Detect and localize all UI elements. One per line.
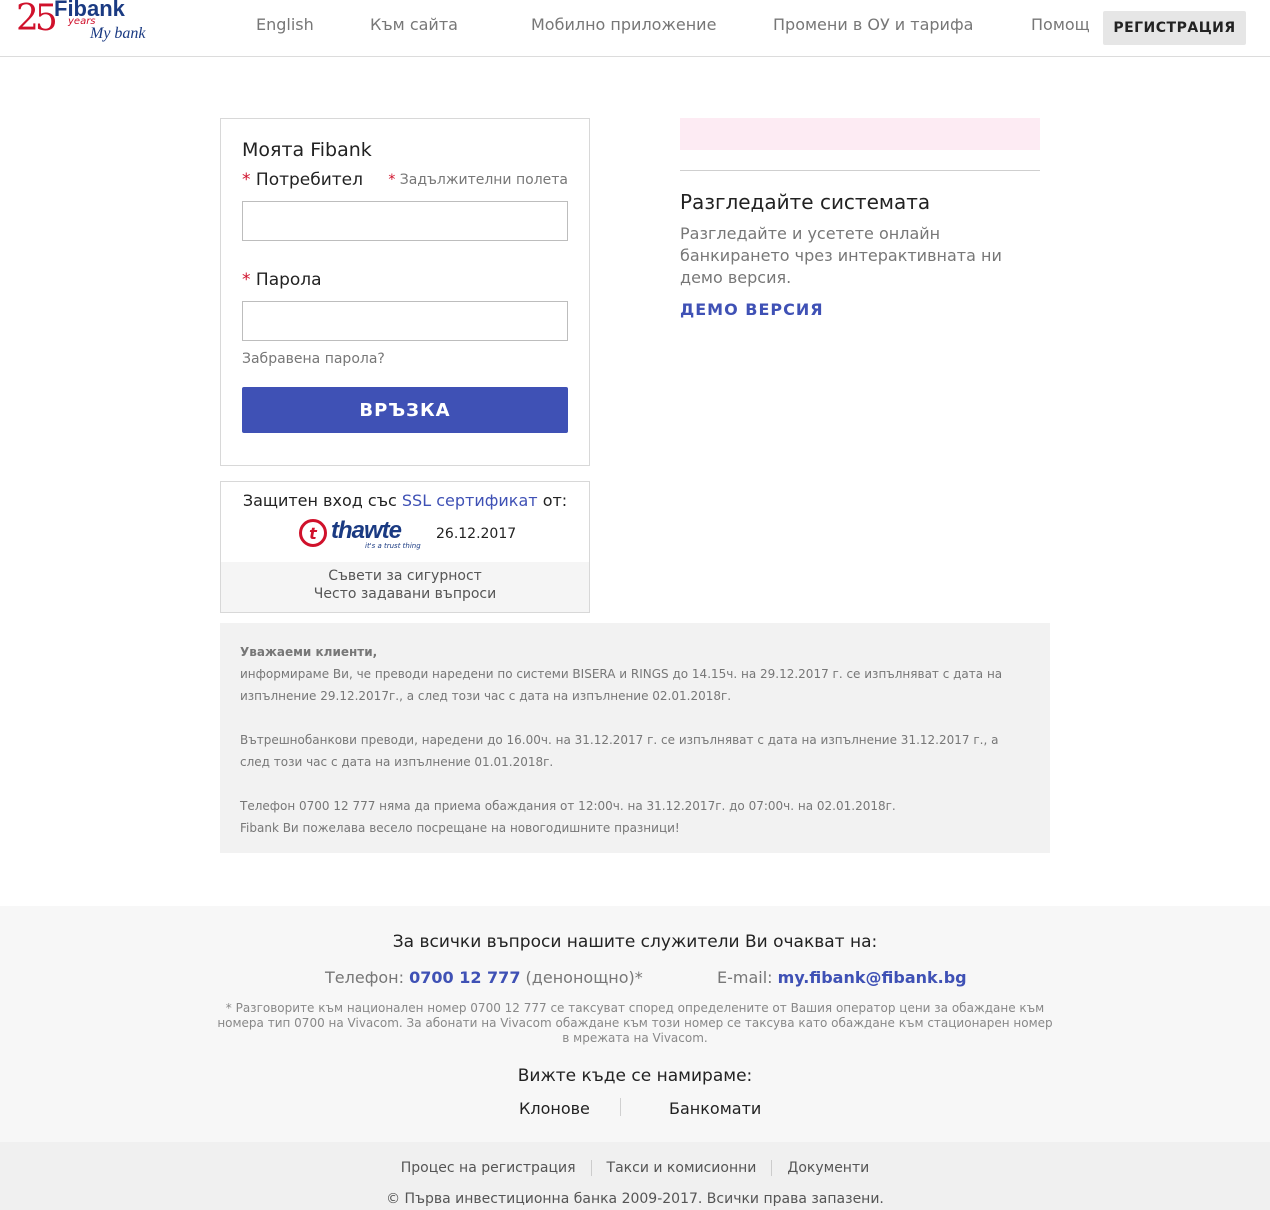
phone-link[interactable]: 0700 12 777 — [409, 968, 520, 987]
username-input[interactable] — [242, 201, 568, 241]
divider — [680, 170, 1040, 171]
ssl-prefix: Защитен вход със — [242, 491, 397, 510]
nav-help[interactable]: Помощ — [1031, 15, 1090, 34]
required-mark: * — [242, 170, 251, 190]
notice-greeting: Уважаеми клиенти, — [240, 645, 378, 659]
nav-terms-changes[interactable]: Промени в ОУ и тарифа — [773, 15, 973, 34]
thawte-t-icon: t — [299, 519, 327, 547]
login-button[interactable]: ВРЪЗКА — [242, 387, 568, 433]
login-panel: Моята Fibank * Потребител * Задължителни… — [220, 118, 590, 466]
email-label: E-mail: — [717, 968, 773, 987]
thawte-wordmark: thawte — [331, 517, 402, 544]
password-label: * Парола — [242, 270, 322, 290]
notice-paragraph: Телефон 0700 12 777 няма да приема обажд… — [240, 799, 896, 813]
register-button[interactable]: РЕГИСТРАЦИЯ — [1103, 11, 1246, 45]
security-tips-link[interactable]: Съвети за сигурност — [221, 568, 589, 584]
password-input[interactable] — [242, 301, 568, 341]
locations-title: Вижте къде се намираме: — [517, 1066, 753, 1086]
required-fields-text: Задължителни полета — [399, 172, 568, 188]
contact-question: За всички въпроси нашите служители Ви оч… — [392, 932, 878, 952]
contact-email: E-mail: my.fibank@fibank.bg — [717, 968, 967, 987]
demo-link[interactable]: ДЕМО ВЕРСИЯ — [680, 300, 824, 319]
nav-to-site[interactable]: Към сайта — [370, 15, 458, 34]
explore-title: Разгледайте системата — [680, 190, 931, 214]
login-title: Моята Fibank — [242, 139, 372, 161]
faq-link[interactable]: Често задавани въпроси — [221, 586, 589, 602]
notice-spacer — [240, 773, 1030, 795]
alert-bar — [680, 118, 1040, 150]
copyright: © Първа инвестиционна банка 2009-2017. В… — [386, 1191, 884, 1207]
header: 25 Fibank years My bank English Към сайт… — [0, 0, 1270, 57]
call-charges-note: * Разговорите към национален номер 0700 … — [217, 1001, 1053, 1045]
phone-suffix: (денонощно)* — [525, 968, 643, 987]
required-mark: * — [242, 270, 251, 290]
separator — [620, 1098, 621, 1116]
required-mark: * — [388, 172, 396, 188]
bottom-bar: Процес на регистрация Такси и комисионни Д… — [0, 1142, 1270, 1210]
contact-phone: Телефон: 0700 12 777 (денонощно)* — [325, 968, 643, 987]
ssl-links: Съвети за сигурност Често задавани въпро… — [221, 562, 589, 612]
ssl-certificate-link[interactable]: SSL сертификат — [402, 491, 538, 510]
documents-link[interactable]: Документи — [772, 1160, 884, 1176]
explore-text: Разгледайте и усетете онлайн банкирането… — [680, 224, 1002, 287]
notice-paragraph: информираме Ви, че преводи наредени по с… — [240, 667, 1003, 703]
notice-box: Уважаеми клиенти, информираме Ви, че пре… — [220, 623, 1050, 853]
atms-link[interactable]: Банкомати — [669, 1099, 761, 1118]
ssl-suffix: от: — [542, 491, 568, 510]
logo-mybank: My bank — [90, 25, 146, 42]
username-label-text: Потребител — [255, 170, 364, 190]
nav-english[interactable]: English — [256, 15, 314, 34]
password-label-text: Парола — [255, 270, 322, 290]
fees-link[interactable]: Такси и комисионни — [592, 1160, 772, 1176]
fibank-logo[interactable]: 25 Fibank years My bank — [16, 0, 156, 52]
ssl-date: 26.12.2017 — [436, 526, 517, 542]
ssl-panel: Защитен вход със SSL сертификат от: t th… — [220, 481, 590, 613]
username-label: * Потребител — [242, 170, 363, 190]
thawte-tagline: it's a trust thing — [365, 542, 421, 550]
notice-spacer — [240, 707, 1030, 729]
email-link[interactable]: my.fibank@fibank.bg — [778, 968, 967, 987]
bottom-links: Процес на регистрация Такси и комисионни Д… — [0, 1160, 1270, 1176]
branches-link[interactable]: Клонове — [519, 1099, 590, 1118]
footer: За всички въпроси нашите служители Ви оч… — [0, 906, 1270, 1142]
phone-label: Телефон: — [325, 968, 405, 987]
notice-paragraph: Вътрешнобанкови преводи, наредени до 16.… — [240, 733, 999, 769]
nav-mobile-app[interactable]: Мобилно приложение — [531, 15, 716, 34]
forgot-password-link[interactable]: Забравена парола? — [242, 351, 385, 367]
logo-25: 25 — [16, 0, 58, 39]
registration-process-link[interactable]: Процес на регистрация — [386, 1160, 591, 1176]
ssl-statement: Защитен вход със SSL сертификат от: — [221, 491, 589, 510]
notice-paragraph: Fibank Ви пожелава весело посрещане на н… — [240, 821, 680, 835]
required-fields-note: * Задължителни полета — [388, 172, 568, 188]
thawte-logo[interactable]: t thawte it's a trust thing — [299, 517, 427, 551]
